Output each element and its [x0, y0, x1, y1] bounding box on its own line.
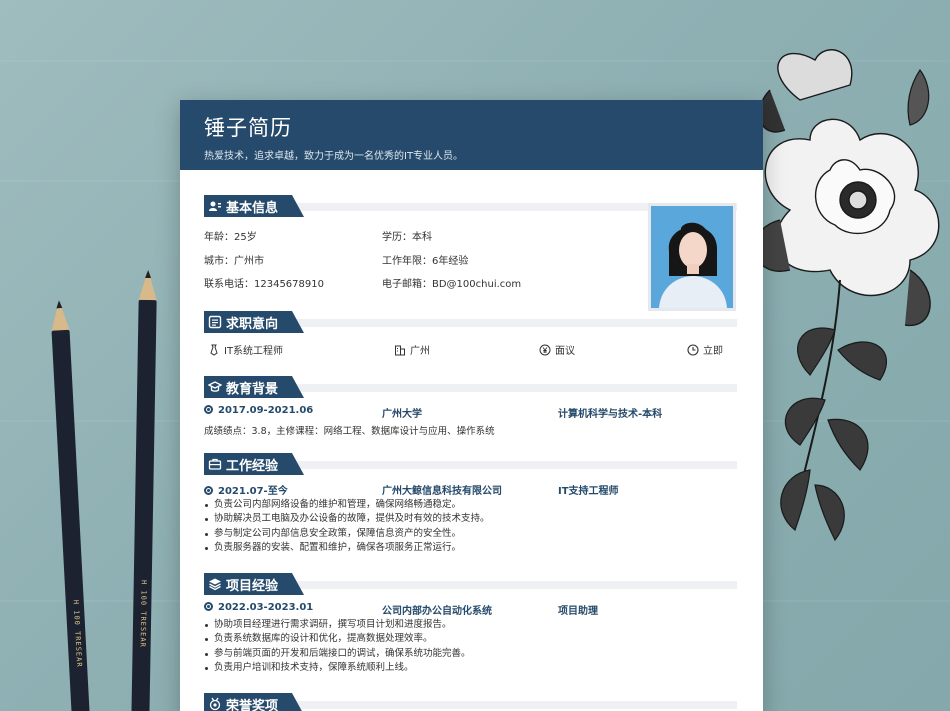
project-duties: 协助项目经理进行需求调研，撰写项目计划和进度报告。 负责系统数据库的设计和优化，… — [204, 618, 471, 675]
section-title: 求职意向 — [226, 316, 279, 332]
section-honors: 荣誉奖项 — [204, 693, 737, 711]
section-tab: 教育背景 — [204, 376, 304, 398]
info-education: 学历：本科 — [382, 232, 432, 243]
timeline-dot-icon — [204, 486, 213, 495]
info-phone: 联系电话：12345678910 — [204, 279, 324, 290]
list-item: 负责公司内部网络设备的维护和管理，确保网络畅通稳定。 — [204, 498, 490, 512]
list-item: 协助项目经理进行需求调研，撰写项目计划和进度报告。 — [204, 618, 471, 632]
timeline-dot-icon — [204, 405, 213, 414]
intent-location-text: 广州 — [410, 346, 430, 357]
section-tab: 荣誉奖项 — [204, 693, 304, 711]
tie-icon — [210, 344, 218, 356]
work-period-text: 2021.07-至今 — [218, 486, 288, 497]
section-job-intent: 求职意向 — [204, 311, 737, 333]
graduation-cap-icon — [208, 381, 222, 392]
clock-icon — [687, 343, 699, 356]
section-work: 工作经验 — [204, 453, 737, 475]
section-title: 荣誉奖项 — [226, 698, 279, 711]
resume-name: 锤子简历 — [204, 116, 292, 140]
project-period: 2022.03-2023.01 — [204, 602, 313, 613]
list-item: 参与前端页面的开发和后端接口的调试，确保系统功能完善。 — [204, 647, 471, 661]
list-item: 参与制定公司内部信息安全政策，保障信息资产的安全性。 — [204, 527, 490, 541]
resume-paper: 锤子简历 热爱技术，追求卓越，致力于成为一名优秀的IT专业人员。 基本信息 年龄… — [180, 100, 763, 711]
intent-availability: 立即 — [687, 342, 723, 357]
intent-position-text: IT系统工程师 — [224, 346, 284, 357]
section-tab: 基本信息 — [204, 195, 304, 217]
project-period-text: 2022.03-2023.01 — [218, 602, 314, 613]
work-duties: 负责公司内部网络设备的维护和管理，确保网络畅通稳定。 协助解决员工电脑及办公设备… — [204, 498, 490, 555]
timeline-dot-icon — [204, 602, 213, 611]
resume-motto: 热爱技术，追求卓越，致力于成为一名优秀的IT专业人员。 — [204, 151, 464, 162]
intent-position: IT系统工程师 — [208, 342, 283, 357]
project-role: 项目助理 — [558, 606, 598, 617]
intent-availability-text: 立即 — [703, 346, 723, 357]
pencil-brand: H 100 TRESEAR — [138, 579, 148, 648]
section-tab: 工作经验 — [204, 453, 304, 475]
layers-icon — [209, 578, 221, 591]
work-period: 2021.07-至今 — [204, 482, 288, 497]
section-education: 教育背景 — [204, 376, 737, 398]
intent-salary: 面议 — [539, 342, 575, 357]
education-major: 计算机科学与技术-本科 — [558, 409, 663, 420]
section-title: 工作经验 — [226, 458, 279, 474]
basic-info-grid: 年龄：25岁 学历：本科 城市：广州市 工作年限：6年经验 联系电话：12345… — [204, 228, 644, 298]
section-tab: 项目经验 — [204, 573, 304, 595]
info-age: 年龄：25岁 — [204, 232, 257, 243]
section-tab: 求职意向 — [204, 311, 304, 333]
list-item: 负责系统数据库的设计和优化，提高数据处理效率。 — [204, 632, 471, 646]
project-name: 公司内部办公自动化系统 — [382, 606, 492, 617]
medal-icon — [209, 697, 221, 711]
info-email: 电子邮箱：BD@100chui.com — [382, 279, 522, 290]
list-item: 负责服务器的安装、配置和维护，确保各项服务正常运行。 — [204, 541, 490, 555]
work-role: IT支持工程师 — [558, 486, 619, 497]
list-item: 负责用户培训和技术支持，保障系统顺利上线。 — [204, 661, 471, 675]
education-period-text: 2017.09-2021.06 — [218, 405, 314, 416]
user-card-icon — [209, 201, 221, 211]
intent-salary-text: 面议 — [555, 346, 575, 357]
resume-header: 锤子简历 热爱技术，追求卓越，致力于成为一名优秀的IT专业人员。 — [180, 100, 763, 170]
intent-location: 广州 — [394, 342, 430, 357]
profile-photo — [648, 203, 736, 311]
building-icon — [395, 345, 405, 355]
info-city: 城市：广州市 — [204, 256, 264, 267]
section-project: 项目经验 — [204, 573, 737, 595]
section-title: 基本信息 — [226, 200, 279, 216]
work-company: 广州大鲸信息科技有限公司 — [382, 486, 502, 497]
education-period: 2017.09-2021.06 — [204, 405, 313, 416]
section-title: 项目经验 — [226, 578, 279, 594]
pencil-left: H 100 TRESEAR — [52, 330, 91, 711]
list-item: 协助解决员工电脑及办公设备的故障，提供及时有效的技术支持。 — [204, 512, 490, 526]
section-title: 教育背景 — [226, 381, 279, 397]
education-school: 广州大学 — [382, 409, 422, 420]
flower-illustration — [753, 49, 940, 542]
info-experience: 工作年限：6年经验 — [382, 256, 469, 267]
education-detail: 成绩绩点：3.8，主修课程：网络工程、数据库设计与应用、操作系统 — [204, 426, 495, 437]
pencil-right: H 100 TRESEAR — [131, 300, 156, 711]
pencil-brand: H 100 TRESEAR — [71, 599, 84, 668]
portrait-image — [651, 206, 733, 308]
briefcase-icon — [208, 458, 222, 470]
yen-coin-icon — [539, 344, 551, 355]
list-icon — [208, 315, 222, 329]
